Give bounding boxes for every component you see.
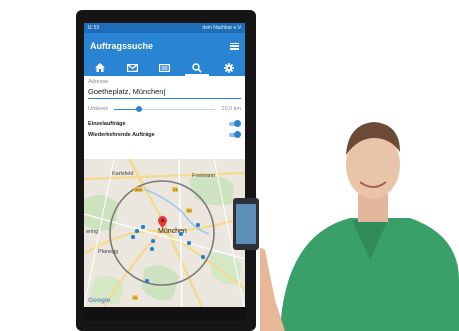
address-input[interactable]: Goetheplatz, München <box>88 86 241 99</box>
list-icon <box>159 63 170 72</box>
status-time: 11:53 <box>87 25 100 31</box>
map-view[interactable]: Karlsfeld Freimann München ering Planegg… <box>84 159 245 307</box>
job-pin[interactable] <box>141 225 145 229</box>
map-label-planegg: Planegg <box>98 249 119 255</box>
map-label-freimann: Freimann <box>192 173 216 179</box>
road-shield: 11 <box>132 295 139 300</box>
map-label-karlsfeld: Karlsfeld <box>112 171 134 177</box>
address-value: Goetheplatz, München <box>88 87 164 96</box>
job-pin[interactable] <box>196 223 200 227</box>
text-cursor <box>164 88 166 96</box>
radius-label: Umkreis <box>88 106 109 112</box>
map-label-ering: ering <box>86 229 99 235</box>
tab-list[interactable] <box>148 59 180 76</box>
job-pin[interactable] <box>179 232 183 236</box>
road-shield: 13 <box>172 187 179 192</box>
job-pin[interactable] <box>151 239 155 243</box>
radius-value: 10,0 km <box>221 106 241 112</box>
status-bar: 11:53 dein Nachbar e.V. <box>84 23 245 33</box>
toggle-row-single: Einzelaufträge <box>88 118 241 129</box>
toggle-recurring-label: Wiederkehrende Aufträge <box>88 131 155 138</box>
home-icon <box>95 63 106 72</box>
job-pin[interactable] <box>187 241 191 245</box>
handheld-smartphone <box>233 198 259 250</box>
presenter-photo <box>260 122 459 331</box>
toggle-single-label: Einzelaufträge <box>88 120 126 127</box>
tab-home[interactable] <box>84 59 116 76</box>
radius-row: Umkreis 10,0 km <box>88 104 241 114</box>
toggle-single-switch[interactable] <box>228 120 241 127</box>
job-pin[interactable] <box>135 229 139 233</box>
toggle-recurring-switch[interactable] <box>228 131 241 138</box>
location-marker-icon[interactable] <box>158 216 167 228</box>
app-bar: Auftragssuche <box>84 33 245 59</box>
envelope-icon <box>126 63 138 72</box>
tab-search[interactable] <box>181 59 213 76</box>
page-title: Auftragssuche <box>90 41 154 51</box>
android-nav-bar <box>84 307 245 321</box>
tab-bar <box>84 59 245 76</box>
gear-icon <box>223 62 234 73</box>
address-label: Adresse <box>88 79 109 85</box>
road-shield: 504 <box>134 187 143 192</box>
slider-thumb[interactable] <box>136 106 143 112</box>
radius-slider[interactable] <box>114 104 216 114</box>
job-pin[interactable] <box>201 255 205 259</box>
menu-icon[interactable] <box>230 42 239 50</box>
road-shield: 99 <box>186 208 193 213</box>
toggle-row-recurring: Wiederkehrende Aufträge <box>88 129 241 140</box>
search-icon <box>191 62 202 73</box>
job-pin[interactable] <box>131 235 135 239</box>
status-carrier: dein Nachbar e.V. <box>202 25 242 31</box>
job-pin[interactable] <box>150 247 154 251</box>
job-pin[interactable] <box>145 279 149 283</box>
tab-settings[interactable] <box>213 59 245 76</box>
tab-messages[interactable] <box>116 59 148 76</box>
google-logo: Google <box>88 297 111 304</box>
search-form: Adresse Goetheplatz, München Umkreis 10,… <box>84 76 245 140</box>
